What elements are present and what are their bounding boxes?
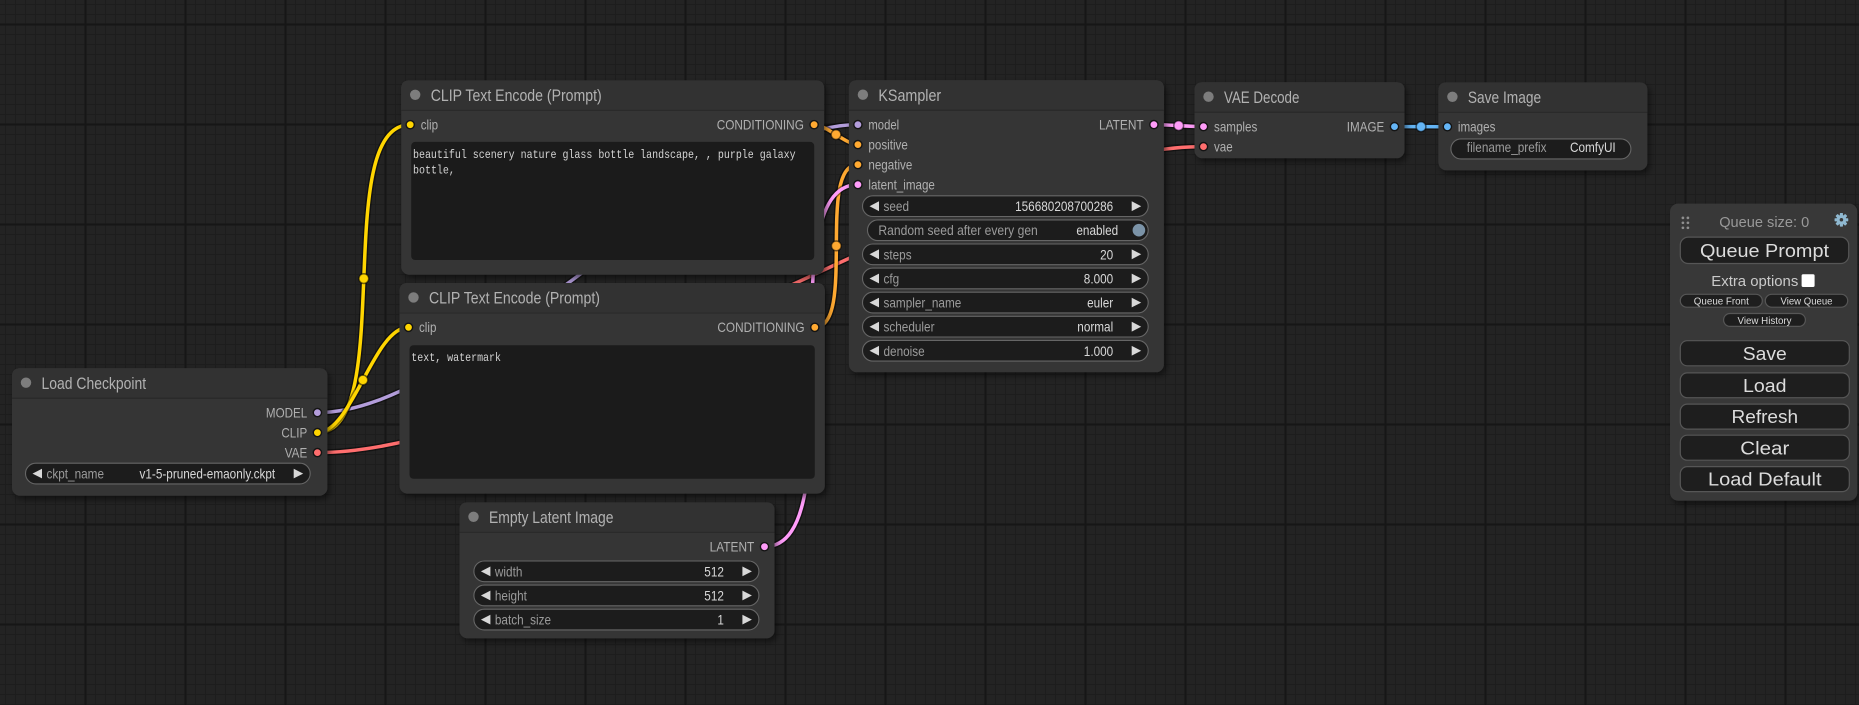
svg-text:steps: steps <box>884 246 912 262</box>
svg-text:8.000: 8.000 <box>1084 271 1114 287</box>
svg-text:cfg: cfg <box>884 271 900 287</box>
svg-text:Empty Latent Image: Empty Latent Image <box>489 508 614 527</box>
svg-text:scheduler: scheduler <box>884 319 935 335</box>
svg-text:Save Image: Save Image <box>1468 88 1541 107</box>
svg-text:height: height <box>495 588 527 604</box>
svg-text:beautiful scenery nature glass: beautiful scenery nature glass bottle la… <box>413 148 796 162</box>
svg-text:CLIP Text Encode (Prompt): CLIP Text Encode (Prompt) <box>431 86 602 105</box>
svg-text:KSampler: KSampler <box>878 86 941 105</box>
svg-text:Load Default: Load Default <box>1708 469 1822 490</box>
svg-text:View History: View History <box>1738 315 1793 327</box>
svg-text:vae: vae <box>1214 139 1233 155</box>
svg-text:clip: clip <box>421 117 439 133</box>
svg-text:View Queue: View Queue <box>1781 296 1833 308</box>
svg-text:samples: samples <box>1214 119 1257 135</box>
svg-text:ComfyUI: ComfyUI <box>1570 139 1616 155</box>
svg-text:ckpt_name: ckpt_name <box>47 466 105 482</box>
svg-text:latent_image: latent_image <box>868 177 935 193</box>
svg-text:Save: Save <box>1743 343 1787 364</box>
svg-text:Clear: Clear <box>1740 437 1789 458</box>
svg-text:batch_size: batch_size <box>495 612 551 628</box>
svg-text:Load Checkpoint: Load Checkpoint <box>42 374 147 393</box>
svg-text:VAE: VAE <box>285 445 307 461</box>
svg-text:Load: Load <box>1743 375 1787 396</box>
svg-text:bottle,: bottle, <box>413 163 455 177</box>
svg-text:positive: positive <box>868 137 908 153</box>
svg-text:156680208700286: 156680208700286 <box>1015 198 1113 214</box>
svg-text:LATENT: LATENT <box>1099 117 1144 133</box>
svg-text:text, watermark: text, watermark <box>411 351 501 365</box>
svg-text:images: images <box>1458 119 1496 135</box>
svg-text:1: 1 <box>717 612 724 628</box>
svg-text:Queue Prompt: Queue Prompt <box>1700 240 1829 261</box>
svg-text:20: 20 <box>1100 246 1113 262</box>
svg-text:Refresh: Refresh <box>1732 406 1799 427</box>
svg-text:1.000: 1.000 <box>1084 343 1114 359</box>
svg-text:CONDITIONING: CONDITIONING <box>717 117 804 133</box>
svg-text:euler: euler <box>1087 295 1113 311</box>
svg-text:Queue Front: Queue Front <box>1694 296 1749 308</box>
svg-text:CLIP: CLIP <box>281 425 307 441</box>
svg-text:clip: clip <box>419 319 437 335</box>
svg-text:sampler_name: sampler_name <box>884 295 962 311</box>
svg-text:width: width <box>494 563 522 579</box>
svg-text:CLIP Text Encode (Prompt): CLIP Text Encode (Prompt) <box>429 289 600 308</box>
svg-text:model: model <box>868 117 899 133</box>
svg-text:seed: seed <box>884 198 910 214</box>
svg-text:MODEL: MODEL <box>266 405 307 421</box>
svg-text:filename_prefix: filename_prefix <box>1467 139 1547 155</box>
svg-text:VAE Decode: VAE Decode <box>1224 88 1299 107</box>
svg-text:Random seed after every gen: Random seed after every gen <box>878 222 1037 238</box>
svg-text:IMAGE: IMAGE <box>1347 119 1385 135</box>
svg-text:LATENT: LATENT <box>710 539 755 555</box>
svg-text:512: 512 <box>704 563 724 579</box>
svg-text:v1-5-pruned-emaonly.ckpt: v1-5-pruned-emaonly.ckpt <box>140 466 276 482</box>
svg-text:Extra options: Extra options <box>1711 273 1798 290</box>
svg-text:denoise: denoise <box>884 343 925 359</box>
svg-text:512: 512 <box>704 588 724 604</box>
svg-text:normal: normal <box>1077 319 1113 335</box>
svg-text:negative: negative <box>868 157 912 173</box>
svg-text:Queue size: 0: Queue size: 0 <box>1719 215 1809 231</box>
svg-text:CONDITIONING: CONDITIONING <box>717 319 804 335</box>
svg-text:enabled: enabled <box>1076 222 1118 238</box>
